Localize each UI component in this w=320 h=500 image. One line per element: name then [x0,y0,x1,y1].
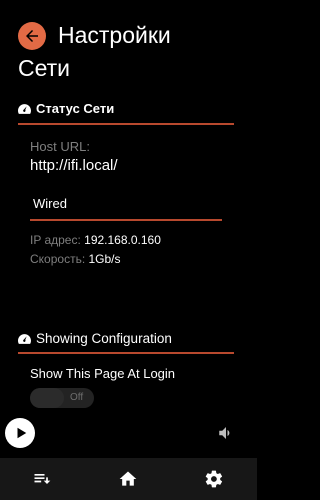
speed-value: 1Gb/s [88,252,121,266]
network-status-title: Статус Сети [36,101,115,116]
network-status-divider [18,123,234,125]
page-title: Настройки [58,22,171,48]
showing-config-title: Showing Configuration [36,331,172,346]
toggle-state-label: Off [70,392,84,403]
show-at-login-toggle[interactable]: Off [30,388,94,408]
host-url-label: Host URL: [30,139,90,154]
network-status-header: Статус Сети [18,101,234,116]
gauge-icon [18,104,31,114]
back-arrow-icon [26,30,38,42]
host-url-value[interactable]: http://ifi.local/ [30,157,118,174]
gauge-icon [18,334,31,344]
volume-icon[interactable] [217,424,235,442]
toggle-knob [30,388,64,408]
show-at-login-label: Show This Page At Login [30,366,176,381]
gear-icon[interactable] [204,469,224,489]
player-bar [0,410,257,456]
play-button[interactable] [5,418,35,448]
queue-icon[interactable] [32,469,52,489]
network-settings-page: Настройки Сети Статус Сети Host URL: htt… [0,0,257,500]
connection-type-underline [30,219,222,221]
connection-type-field[interactable]: Wired [30,196,222,221]
showing-config-divider [18,352,234,354]
page-title-line2: Сети [18,55,71,81]
connection-type-value: Wired [33,196,67,211]
speed-label: Скорость: [30,252,86,266]
ip-address-label: IP адрес: [30,233,81,247]
ip-address-row: IP адрес: 192.168.0.160 [30,233,161,247]
ip-address-value: 192.168.0.160 [84,233,161,247]
bottom-navigation [0,458,257,500]
home-icon[interactable] [118,469,138,489]
showing-config-header: Showing Configuration [18,331,234,346]
speed-row: Скорость: 1Gb/s [30,252,121,266]
back-button[interactable] [18,22,46,50]
play-icon [17,427,27,439]
